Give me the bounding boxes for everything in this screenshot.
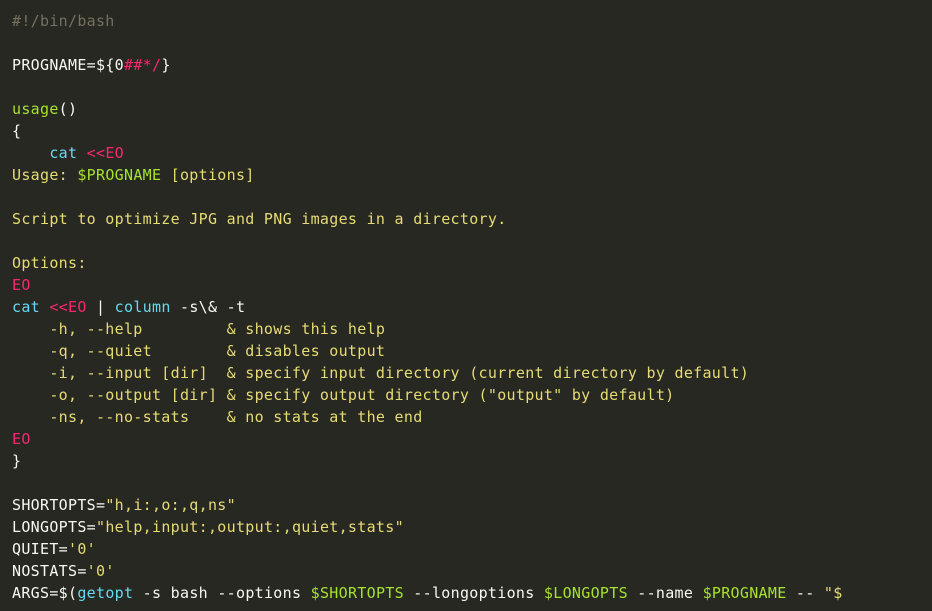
code-indent	[12, 144, 49, 162]
code-token-heredoc: Usage:	[12, 166, 77, 184]
code-token-var: $LONGOPTS	[544, 584, 628, 602]
code-token-var: $PROGNAME	[703, 584, 787, 602]
code-token-op: =	[96, 496, 105, 514]
code-token-parens: ()	[59, 100, 78, 118]
code-token-ident: LONGOPTS	[12, 518, 87, 536]
code-token-heredoc: Script to optimize JPG and PNG images in…	[12, 210, 507, 228]
code-token-heredoc: -h, --help & shows this help	[12, 320, 385, 338]
code-token-op: =	[87, 56, 96, 74]
code-token-cmd: getopt	[77, 584, 133, 602]
code-token-brace: {	[12, 122, 21, 140]
code-token-ident: QUIET	[12, 540, 59, 558]
code-token-heredoc-end: EO	[12, 276, 31, 294]
code-token-op: =	[49, 584, 58, 602]
code-token-cmd: cat	[49, 144, 77, 162]
code-token-string: "help,input:,output:,quiet,stats"	[96, 518, 404, 536]
code-token-cmd: column	[115, 298, 171, 316]
code-token-comment: #!/bin/bash	[12, 12, 115, 30]
code-token-brace: }	[161, 56, 170, 74]
code-token-string: "h,i:,o:,q,ns"	[105, 496, 236, 514]
code-space	[77, 144, 86, 162]
code-token-ident: NOSTATS	[12, 562, 77, 580]
code-token-heredoc: -ns, --no-stats & no stats at the end	[12, 408, 423, 426]
code-token-paramexp: ##*/	[124, 56, 161, 74]
code-token-args: -s\& -t	[171, 298, 246, 316]
code-token-heredoc: -o, --output [dir] & specify output dire…	[12, 386, 674, 404]
code-space	[40, 298, 49, 316]
code-token-args: -s bash --options	[133, 584, 310, 602]
code-token-brace: }	[12, 452, 21, 470]
code-token-op: =	[77, 562, 86, 580]
code-token-var: $PROGNAME	[77, 166, 161, 184]
code-token-string: "$	[824, 584, 843, 602]
code-token-brace: ${	[96, 56, 115, 74]
code-token-heredoc: -q, --quiet & disables output	[12, 342, 385, 360]
code-token-heredoc-start: <<EO	[87, 144, 124, 162]
code-token-funcname: usage	[12, 100, 59, 118]
code-token-cmd: cat	[12, 298, 40, 316]
code-token-op: =	[87, 518, 96, 536]
code-token-args: --	[787, 584, 824, 602]
code-token-cmdsubst: $(	[59, 584, 78, 602]
code-token-ident: ARGS	[12, 584, 49, 602]
code-token-heredoc: -i, --input [dir] & specify input direct…	[12, 364, 749, 382]
code-token-heredoc: [options]	[161, 166, 254, 184]
code-token-var: $SHORTOPTS	[311, 584, 404, 602]
code-token-num: 0	[115, 56, 124, 74]
code-token-ident: SHORTOPTS	[12, 496, 96, 514]
code-token-args: --name	[628, 584, 703, 602]
code-token-string: '0'	[68, 540, 96, 558]
code-token-ident: PROGNAME	[12, 56, 87, 74]
code-token-heredoc: Options:	[12, 254, 87, 272]
code-token-pipe: |	[87, 298, 115, 316]
code-token-heredoc-end: EO	[12, 430, 31, 448]
code-token-args: --longoptions	[404, 584, 544, 602]
code-token-op: =	[59, 540, 68, 558]
code-token-heredoc-start: <<EO	[49, 298, 86, 316]
code-token-string: '0'	[87, 562, 115, 580]
code-editor[interactable]: #!/bin/bash PROGNAME=${0##*/} usage() { …	[0, 0, 932, 611]
